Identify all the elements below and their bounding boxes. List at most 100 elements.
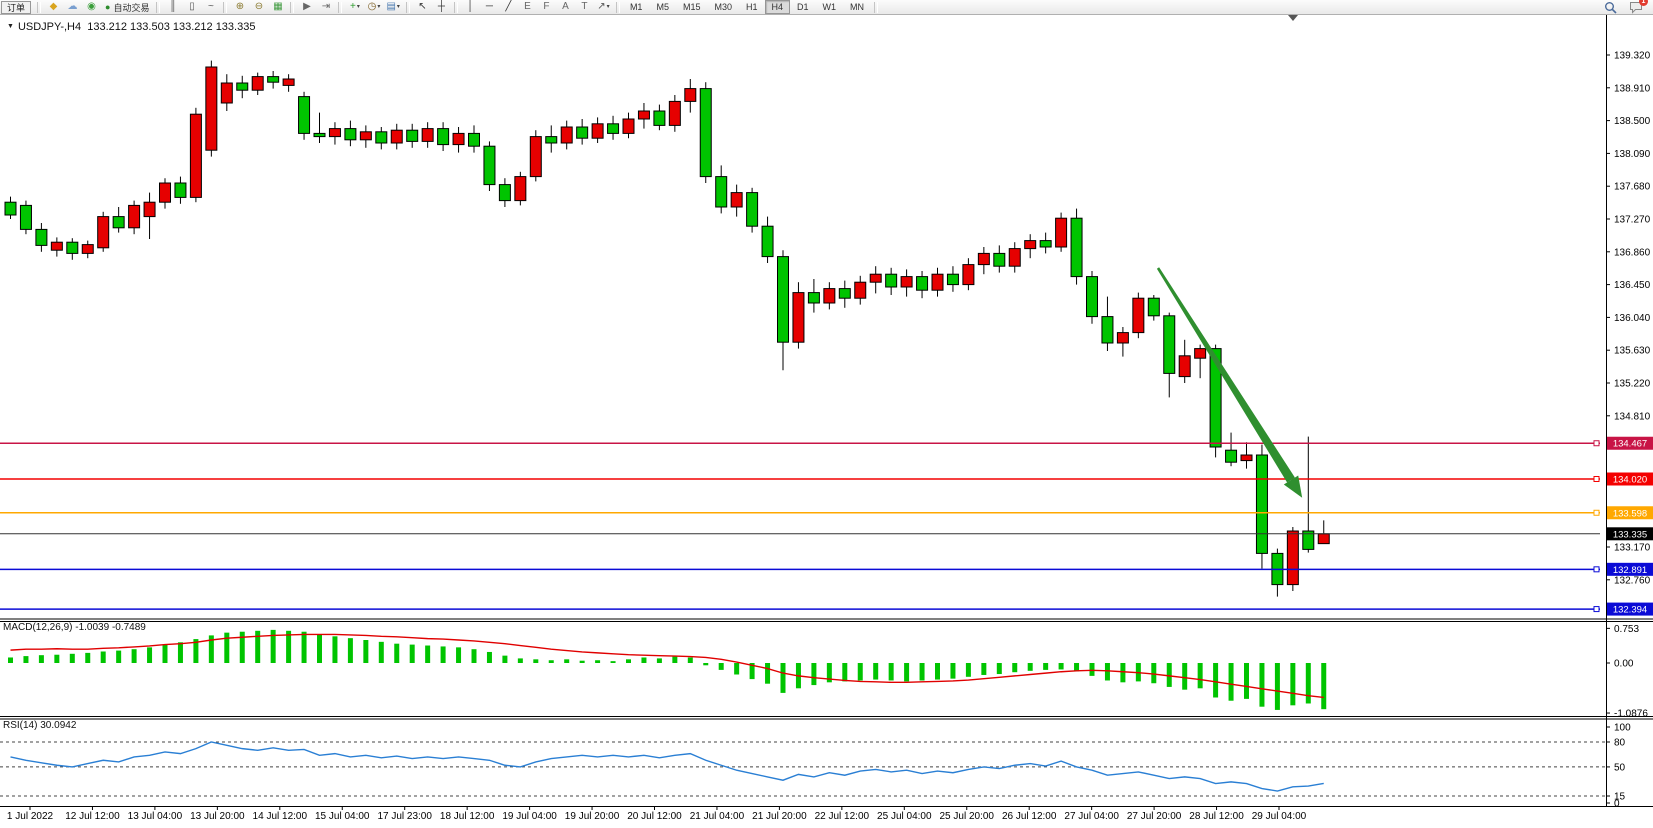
candle-bullish[interactable] bbox=[1025, 241, 1036, 249]
timeframe-w1[interactable]: W1 bbox=[816, 0, 844, 14]
candle-bullish[interactable] bbox=[623, 119, 634, 133]
candle-bullish[interactable] bbox=[592, 124, 603, 138]
candle-bearish[interactable] bbox=[1087, 277, 1098, 317]
candle-bullish[interactable] bbox=[870, 274, 881, 282]
candle-bearish[interactable] bbox=[839, 289, 850, 299]
candle-bullish[interactable] bbox=[82, 245, 93, 254]
candle-bearish[interactable] bbox=[1102, 317, 1113, 343]
candle-bullish[interactable] bbox=[51, 242, 62, 250]
candle-bullish[interactable] bbox=[252, 77, 263, 91]
search-icon[interactable] bbox=[1604, 1, 1617, 14]
line-chart-icon[interactable]: ~ bbox=[201, 1, 220, 14]
candlestick-chart-icon[interactable]: ▯ bbox=[182, 1, 201, 14]
candle-bullish[interactable] bbox=[98, 217, 109, 248]
dropdown-caret-icon[interactable]: ▾ bbox=[607, 4, 610, 10]
candle-bullish[interactable] bbox=[422, 129, 433, 142]
candle-bearish[interactable] bbox=[608, 124, 619, 134]
line-handle[interactable] bbox=[1594, 510, 1599, 515]
candle-bullish[interactable] bbox=[1318, 534, 1329, 544]
line-handle[interactable] bbox=[1594, 567, 1599, 572]
tile-windows-icon[interactable]: ▦ bbox=[268, 1, 287, 14]
candle-bearish[interactable] bbox=[762, 226, 773, 256]
timeframe-d1[interactable]: D1 bbox=[790, 0, 816, 14]
signal-icon[interactable]: ◉ bbox=[82, 1, 101, 14]
candle-bullish[interactable] bbox=[561, 127, 572, 143]
candle-bearish[interactable] bbox=[484, 146, 495, 184]
candle-bullish[interactable] bbox=[283, 79, 294, 85]
timeframe-m1[interactable]: M1 bbox=[623, 0, 650, 14]
timeframe-m5[interactable]: M5 bbox=[649, 0, 676, 14]
candle-bullish[interactable] bbox=[391, 130, 402, 143]
candle-bullish[interactable] bbox=[1241, 455, 1252, 461]
candle-bearish[interactable] bbox=[747, 193, 758, 227]
chart-menu-icon[interactable]: ▼ bbox=[7, 23, 14, 30]
candle-bullish[interactable] bbox=[530, 137, 541, 177]
candle-bullish[interactable] bbox=[221, 83, 232, 103]
text-icon[interactable]: A bbox=[556, 1, 575, 14]
line-handle[interactable] bbox=[1594, 441, 1599, 446]
candle-bullish[interactable] bbox=[824, 289, 835, 303]
candle-bearish[interactable] bbox=[314, 133, 325, 136]
zoom-in-icon[interactable]: ⊕ bbox=[230, 1, 249, 14]
autoscroll-icon[interactable]: ▶ bbox=[297, 1, 316, 14]
candle-bearish[interactable] bbox=[376, 132, 387, 143]
candle-bearish[interactable] bbox=[299, 97, 310, 134]
timeframe-m30[interactable]: M30 bbox=[707, 0, 739, 14]
price-chart[interactable]: 139.320138.910138.500138.090137.680137.2… bbox=[0, 0, 1653, 828]
candle-bearish[interactable] bbox=[808, 293, 819, 303]
timeframe-m15[interactable]: M15 bbox=[676, 0, 708, 14]
candle-bullish[interactable] bbox=[685, 89, 696, 102]
candle-bearish[interactable] bbox=[886, 274, 897, 287]
candle-bullish[interactable] bbox=[638, 111, 649, 119]
candle-bullish[interactable] bbox=[1117, 333, 1128, 343]
candle-bearish[interactable] bbox=[438, 129, 449, 145]
dropdown-caret-icon[interactable]: ▾ bbox=[397, 4, 400, 10]
candle-bullish[interactable] bbox=[190, 114, 201, 197]
profile-icon[interactable]: ☁ bbox=[63, 1, 82, 14]
candle-bullish[interactable] bbox=[669, 101, 680, 125]
candle-bearish[interactable] bbox=[268, 77, 279, 83]
line-handle[interactable] bbox=[1594, 607, 1599, 612]
candle-bullish[interactable] bbox=[1056, 218, 1067, 247]
indicators-icon[interactable]: +▾ bbox=[345, 1, 364, 14]
candle-bullish[interactable] bbox=[932, 274, 943, 290]
zoom-out-icon[interactable]: ⊖ bbox=[249, 1, 268, 14]
candle-bearish[interactable] bbox=[917, 277, 928, 291]
candle-bearish[interactable] bbox=[469, 133, 480, 146]
candle-bearish[interactable] bbox=[5, 202, 16, 215]
bar-chart-icon[interactable]: ║ bbox=[163, 1, 182, 14]
templates-icon[interactable]: ▤▾ bbox=[383, 1, 402, 14]
candle-bearish[interactable] bbox=[716, 177, 727, 207]
candle-bullish[interactable] bbox=[144, 202, 155, 216]
text-label-icon[interactable]: T bbox=[575, 1, 594, 14]
candle-bullish[interactable] bbox=[329, 129, 340, 137]
candle-bearish[interactable] bbox=[407, 130, 418, 141]
candle-bearish[interactable] bbox=[1164, 316, 1175, 374]
fibonacci-retracement-icon[interactable]: E bbox=[518, 1, 537, 14]
candle-bearish[interactable] bbox=[546, 137, 557, 143]
candle-bearish[interactable] bbox=[654, 111, 665, 125]
candle-bearish[interactable] bbox=[237, 83, 248, 90]
autotrading-button[interactable]: ●自动交易 bbox=[101, 1, 153, 14]
candle-bullish[interactable] bbox=[360, 132, 371, 140]
horizontal-line-icon[interactable]: ─ bbox=[480, 1, 499, 14]
candle-bearish[interactable] bbox=[1071, 218, 1082, 276]
chat-icon[interactable]: 1 bbox=[1629, 1, 1643, 14]
candle-bullish[interactable] bbox=[731, 193, 742, 207]
dropdown-caret-icon[interactable]: ▾ bbox=[377, 4, 380, 10]
new-order-button[interactable]: 订单 bbox=[1, 1, 31, 14]
candle-bearish[interactable] bbox=[175, 183, 186, 197]
candle-bearish[interactable] bbox=[1040, 241, 1051, 247]
vertical-line-icon[interactable]: │ bbox=[461, 1, 480, 14]
timeframe-h1[interactable]: H1 bbox=[739, 0, 765, 14]
candle-bullish[interactable] bbox=[963, 265, 974, 285]
candle-bearish[interactable] bbox=[1148, 298, 1159, 316]
dropdown-caret-icon[interactable]: ▾ bbox=[357, 4, 360, 10]
trendline-icon[interactable]: ╱ bbox=[499, 1, 518, 14]
candle-bullish[interactable] bbox=[1287, 531, 1298, 585]
candle-bearish[interactable] bbox=[499, 185, 510, 201]
candle-bearish[interactable] bbox=[994, 253, 1005, 266]
timeframe-mn[interactable]: MN bbox=[843, 0, 871, 14]
timeframe-h4[interactable]: H4 bbox=[765, 0, 791, 14]
candle-bearish[interactable] bbox=[1256, 455, 1267, 553]
